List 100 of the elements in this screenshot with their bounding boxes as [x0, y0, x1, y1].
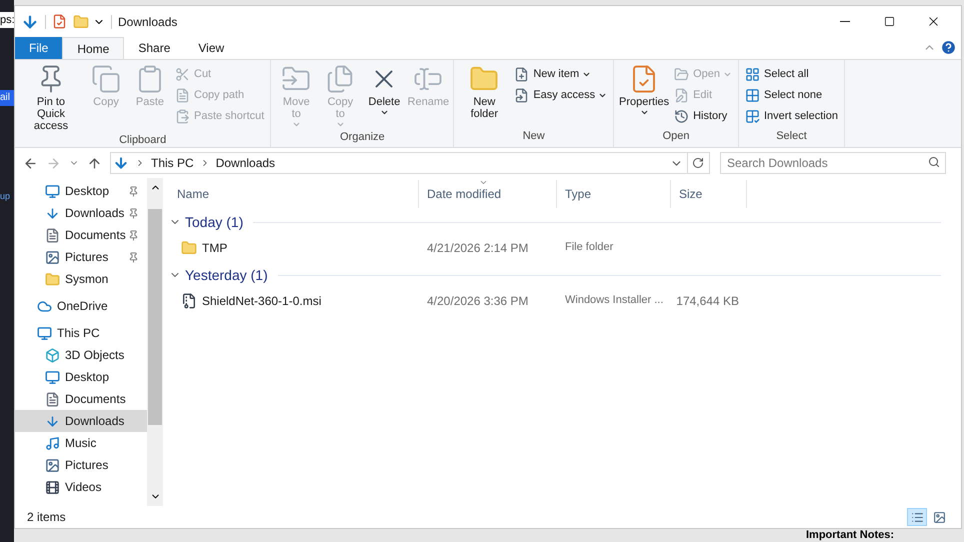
nav-label: Desktop	[65, 369, 110, 386]
cloud-icon	[37, 298, 52, 314]
column-header[interactable]: Type	[557, 180, 671, 208]
nav-item[interactable]: Desktop	[15, 366, 147, 388]
music-note-icon	[45, 436, 60, 450]
date-cell-text: 4/20/2026 3:36 PM	[426, 292, 530, 310]
background-text: Important Notes:	[806, 529, 894, 541]
details-view-icon	[910, 510, 924, 524]
ribbon-small-button[interactable]: Easy access	[512, 85, 610, 105]
breadcrumb-item[interactable]: Downloads	[216, 154, 276, 172]
nav-item[interactable]: Pictures	[15, 454, 147, 476]
ribbon-small-button[interactable]: New item	[512, 64, 610, 84]
up-icon[interactable]	[87, 156, 102, 170]
file-name[interactable]: TMP	[202, 238, 228, 256]
nav-item[interactable]: This PC	[15, 322, 147, 344]
nav-item[interactable]: Documents	[15, 224, 147, 246]
nav-item[interactable]: Music	[15, 432, 147, 454]
nav-label: Desktop	[65, 183, 110, 200]
picture-icon	[932, 510, 946, 524]
ribbon-group-label: Select	[775, 128, 808, 144]
caret-icon	[292, 120, 301, 129]
folder-icon	[45, 272, 60, 286]
clipboard-icon	[175, 108, 190, 124]
type-cell-text: File folder	[564, 240, 614, 256]
nav-label: Documents	[65, 227, 127, 244]
back-icon[interactable]	[23, 156, 38, 170]
document-plus-icon	[514, 66, 530, 82]
nav-item[interactable]: Desktop	[15, 180, 147, 202]
ribbon-button[interactable]: Delete	[363, 64, 406, 129]
download-arrow-icon	[45, 414, 60, 428]
ribbon-button[interactable]: New folder	[458, 64, 510, 128]
caret-icon	[640, 108, 649, 117]
group-header[interactable]: Today (1)	[169, 212, 244, 232]
nav-item[interactable]: Downloads	[15, 410, 147, 432]
background-text: up	[0, 190, 12, 203]
column-header[interactable]: Size	[671, 180, 747, 208]
installer-icon	[181, 292, 197, 308]
download-arrow-icon[interactable]	[21, 12, 39, 30]
ribbon-small-button[interactable]: Select none	[743, 85, 840, 105]
ribbon-tab[interactable]: Share	[124, 37, 184, 59]
nav-label: Documents	[65, 391, 127, 408]
picture-icon	[45, 250, 60, 264]
shortcut-document-icon	[514, 88, 530, 102]
nav-item[interactable]: Sysmon	[15, 268, 147, 290]
caret-icon	[380, 108, 389, 117]
checked-document-icon[interactable]	[52, 14, 67, 29]
monitor-icon	[45, 370, 60, 384]
breadcrumb-item[interactable]: This PC	[151, 154, 194, 172]
nav-item[interactable]: Documents	[15, 388, 147, 410]
nav-label: OneDrive	[57, 298, 109, 315]
ribbon-small-button[interactable]: History	[672, 106, 734, 126]
minimize-icon	[840, 21, 850, 22]
monitor-icon	[37, 326, 52, 340]
nav-label: 3D Objects	[65, 347, 126, 364]
column-header[interactable]: Date modified	[419, 180, 557, 208]
background-text: ps:	[0, 12, 14, 28]
nav-label: Pictures	[65, 249, 110, 266]
ribbon-button[interactable]: Properties	[618, 64, 670, 128]
document-icon	[45, 228, 60, 242]
nav-item[interactable]: OneDrive	[15, 295, 147, 317]
ribbon-small-button[interactable]: Select all	[743, 64, 840, 84]
maximize-icon	[884, 16, 894, 27]
nav-label: Sysmon	[65, 271, 110, 288]
history-icon	[674, 108, 690, 124]
nav-label: Downloads	[65, 413, 126, 430]
picture-icon	[45, 458, 60, 472]
ribbon-small-button[interactable]: Invert selection	[743, 106, 840, 126]
caret-icon	[336, 120, 345, 129]
column-header[interactable]: Name	[169, 180, 419, 208]
ribbon-button[interactable]: Pin to Quick access	[19, 64, 83, 132]
nav-item[interactable]: Videos	[15, 476, 147, 498]
cube-icon	[45, 348, 60, 362]
refresh-icon[interactable]	[692, 157, 704, 169]
nav-label: Downloads	[65, 205, 126, 222]
ribbon-tab[interactable]: Home	[62, 37, 124, 59]
date-cell-text: 4/21/2026 2:14 PM	[426, 240, 530, 256]
ribbon-group-label: Open	[662, 128, 690, 144]
ribbon-tab[interactable]: View	[184, 37, 238, 59]
file-name[interactable]: ShieldNet-360-1-0.msi	[202, 292, 322, 310]
size-cell-text: 174,644 KB	[676, 292, 739, 310]
monitor-icon	[45, 184, 60, 198]
help-icon[interactable]	[940, 39, 957, 56]
ribbon-group-label: New	[522, 128, 546, 144]
group-header[interactable]: Yesterday (1)	[169, 264, 268, 286]
nav-label: This PC	[57, 325, 101, 342]
film-icon	[45, 480, 60, 494]
background-text: ail	[0, 90, 14, 106]
view-button[interactable]	[907, 508, 927, 526]
scrollbar[interactable]	[147, 178, 163, 506]
address-bar[interactable]: This PC Downloads	[110, 152, 710, 174]
search-field[interactable]: Search Downloads	[720, 152, 946, 174]
nav-item[interactable]: 3D Objects	[15, 344, 147, 366]
nav-item[interactable]: Downloads	[15, 202, 147, 224]
download-arrow-icon	[45, 206, 60, 220]
ribbon-group-label: Organize	[339, 130, 386, 145]
copy-icon	[91, 64, 121, 94]
ribbon-tab[interactable]: File	[15, 37, 62, 59]
nav-item[interactable]: Pictures	[15, 246, 147, 268]
nav-label: Pictures	[65, 457, 110, 474]
sort-indicator-icon	[479, 178, 488, 187]
